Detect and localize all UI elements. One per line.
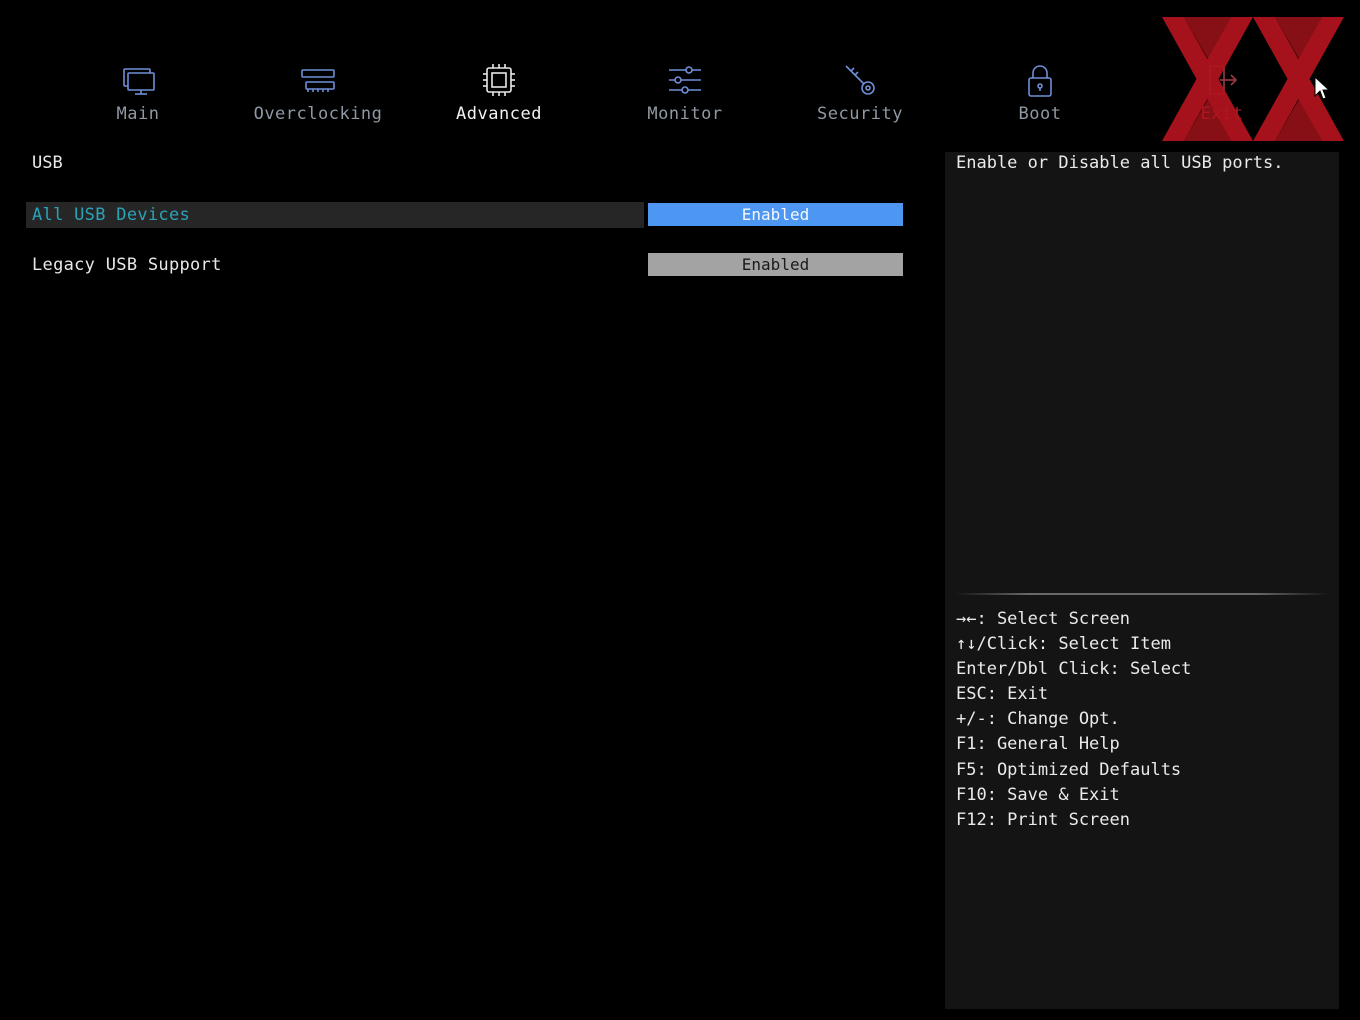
key-hint: ESC: Exit <box>956 684 1049 705</box>
memory-icon <box>298 60 338 100</box>
tab-label: Advanced <box>456 104 542 124</box>
mouse-cursor-icon <box>1314 76 1330 100</box>
help-panel: Enable or Disable all USB ports. →←: Sel… <box>945 152 1339 1009</box>
monitor-icon <box>118 60 158 100</box>
key-legend: →←: Select Screen ↑↓/Click: Select Item … <box>956 607 1191 833</box>
tab-main[interactable]: Main <box>58 56 218 132</box>
setting-row-legacy-usb-support[interactable]: Legacy USB Support Enabled <box>26 252 904 278</box>
key-hint: F1: General Help <box>956 734 1120 755</box>
setting-label: Legacy USB Support <box>32 255 222 275</box>
tab-label: Overclocking <box>253 104 383 124</box>
key-hint: F12: Print Screen <box>956 809 1130 830</box>
tab-label: Boot <box>1018 104 1062 124</box>
lock-icon <box>1020 60 1060 100</box>
tab-label: Main <box>116 104 160 124</box>
tab-label: Exit <box>1200 104 1244 124</box>
exit-icon <box>1202 60 1242 100</box>
key-hint: →←: Select Screen <box>956 609 1130 629</box>
key-hint: F5: Optimized Defaults <box>956 759 1182 780</box>
tab-monitor[interactable]: Monitor <box>605 56 765 132</box>
tab-exit[interactable]: Exit <box>1142 56 1302 132</box>
tab-security[interactable]: Security <box>780 56 940 132</box>
chip-icon <box>479 60 519 100</box>
tab-boot[interactable]: Boot <box>960 56 1120 132</box>
setting-row-all-usb-devices[interactable]: All USB Devices Enabled <box>26 202 904 228</box>
key-hint: +/-: Change Opt. <box>956 709 1120 730</box>
tab-advanced[interactable]: Advanced <box>419 56 579 132</box>
tab-overclocking[interactable]: Overclocking <box>238 56 398 132</box>
top-navigation: Main Overclocking Advanced Monitor Secur… <box>0 0 1360 140</box>
key-hint: ↑↓/Click: Select Item <box>956 634 1171 655</box>
sliders-icon <box>665 60 705 100</box>
tab-label: Monitor <box>647 104 723 124</box>
tab-label: Security <box>817 104 903 124</box>
setting-value-dropdown[interactable]: Enabled <box>648 203 903 226</box>
help-divider <box>955 593 1329 595</box>
section-title: USB <box>32 153 63 173</box>
key-hint: Enter/Dbl Click: Select <box>956 659 1192 680</box>
setting-value-dropdown[interactable]: Enabled <box>648 253 903 276</box>
help-description: Enable or Disable all USB ports. <box>956 153 1284 173</box>
key-icon <box>840 60 880 100</box>
key-hint: F10: Save & Exit <box>956 784 1120 805</box>
setting-label: All USB Devices <box>26 202 644 228</box>
